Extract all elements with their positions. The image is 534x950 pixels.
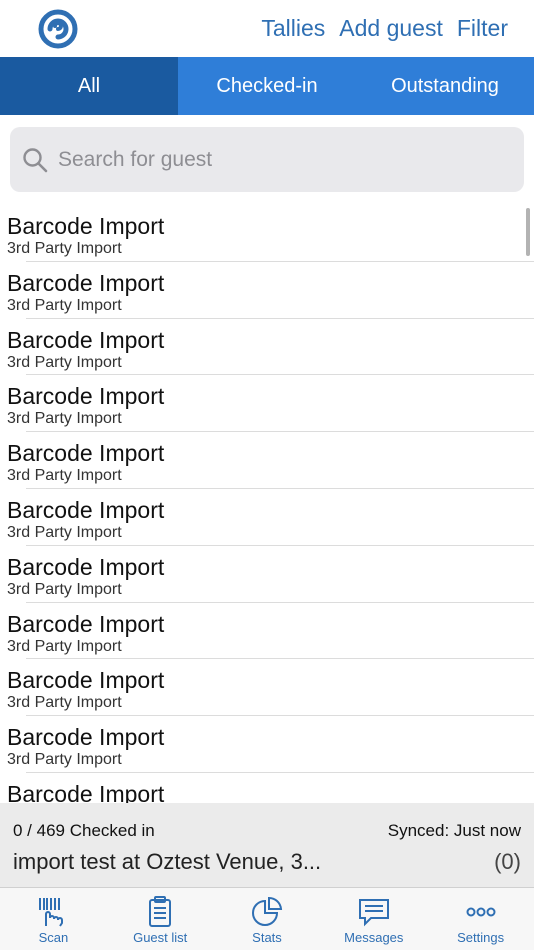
tab-scan-label: Scan: [38, 930, 69, 945]
list-item[interactable]: Barcode Import 3rd Party Import: [0, 205, 534, 262]
guest-list[interactable]: Barcode Import 3rd Party Import Barcode I…: [0, 205, 534, 803]
more-icon: [466, 907, 496, 917]
guest-name: Barcode Import: [7, 610, 165, 637]
guest-name: Barcode Import: [7, 553, 165, 580]
guest-source: 3rd Party Import: [7, 240, 122, 257]
guest-name: Barcode Import: [7, 213, 165, 239]
list-item[interactable]: Barcode Import 3rd Party Import: [0, 659, 534, 716]
tab-stats[interactable]: Stats: [214, 888, 321, 950]
guest-source: 3rd Party Import: [7, 523, 122, 541]
list-scrollbar[interactable]: [526, 208, 530, 256]
app-logo-icon: [38, 9, 78, 49]
list-item[interactable]: Barcode Import 3rd Party Import: [0, 375, 534, 432]
filter-link[interactable]: Filter: [457, 14, 508, 42]
top-bar: Tallies Add guest Filter: [0, 0, 534, 57]
guest-source: 3rd Party Import: [7, 467, 122, 485]
tab-stats-label: Stats: [252, 930, 282, 945]
guest-source: 3rd Party Import: [7, 751, 122, 769]
tab-messages[interactable]: Messages: [320, 888, 427, 950]
list-item[interactable]: Barcode Import 3rd Party Import: [0, 432, 534, 489]
list-item[interactable]: Barcode Import 3rd Party Import: [0, 603, 534, 660]
guest-name: Barcode Import: [7, 724, 165, 751]
segment-outstanding[interactable]: Outstanding: [356, 57, 534, 115]
search-bar[interactable]: [10, 127, 524, 192]
list-item[interactable]: Barcode Import 3rd Party Import: [0, 546, 534, 603]
list-item[interactable]: Barcode Import 3rd Party Import: [0, 319, 534, 376]
guest-source: 3rd Party Import: [7, 694, 122, 712]
pending-count: (0): [494, 849, 521, 874]
search-input[interactable]: [58, 147, 488, 172]
guest-name: Barcode Import: [7, 326, 165, 353]
list-item[interactable]: Barcode Import 3rd Party Import: [0, 489, 534, 546]
clipboard-icon: [149, 896, 172, 927]
segment-checked-in[interactable]: Checked-in: [178, 57, 356, 115]
tab-settings-label: Settings: [457, 930, 505, 945]
status-panel: 0 / 469 Checked in Synced: Just now impo…: [0, 803, 534, 887]
list-item[interactable]: Barcode Import 3rd Party Import: [0, 716, 534, 773]
guest-name: Barcode Import: [7, 440, 165, 467]
header-actions: Tallies Add guest Filter: [261, 14, 508, 42]
pie-chart-icon: [252, 896, 283, 926]
add-guest-link[interactable]: Add guest: [339, 14, 443, 42]
sync-status: Synced: Just now: [387, 821, 521, 840]
list-item[interactable]: Barcode Import 3rd Party Import: [0, 262, 534, 319]
tab-settings[interactable]: Settings: [427, 888, 534, 950]
guest-name: Barcode Import: [7, 780, 165, 803]
guest-source: 3rd Party Import: [7, 580, 122, 598]
event-name: import test at Oztest Venue, 3...: [13, 849, 322, 874]
list-item[interactable]: Barcode Import: [0, 773, 534, 803]
checked-in-count: 0 / 469 Checked in: [13, 821, 155, 840]
segment-control: All Checked-in Outstanding: [0, 57, 534, 115]
guest-name: Barcode Import: [7, 667, 165, 694]
tab-messages-label: Messages: [344, 930, 404, 945]
message-icon: [358, 899, 389, 927]
guest-name: Barcode Import: [7, 496, 165, 523]
guest-name: Barcode Import: [7, 269, 165, 296]
tallies-link[interactable]: Tallies: [261, 14, 325, 42]
guest-source: 3rd Party Import: [7, 410, 122, 428]
guest-name: Barcode Import: [7, 383, 165, 410]
tab-guest-list-label: Guest list: [133, 930, 188, 945]
segment-all[interactable]: All: [0, 57, 178, 115]
search-icon: [23, 147, 48, 172]
barcode-hand-icon: [39, 898, 64, 927]
tab-guest-list[interactable]: Guest list: [107, 888, 214, 950]
tab-scan[interactable]: Scan: [0, 888, 107, 950]
guest-source: 3rd Party Import: [7, 296, 122, 314]
guest-source: 3rd Party Import: [7, 637, 122, 655]
tab-bar: Scan Guest list Stats Messages Settings: [0, 887, 534, 950]
guest-source: 3rd Party Import: [7, 353, 122, 371]
